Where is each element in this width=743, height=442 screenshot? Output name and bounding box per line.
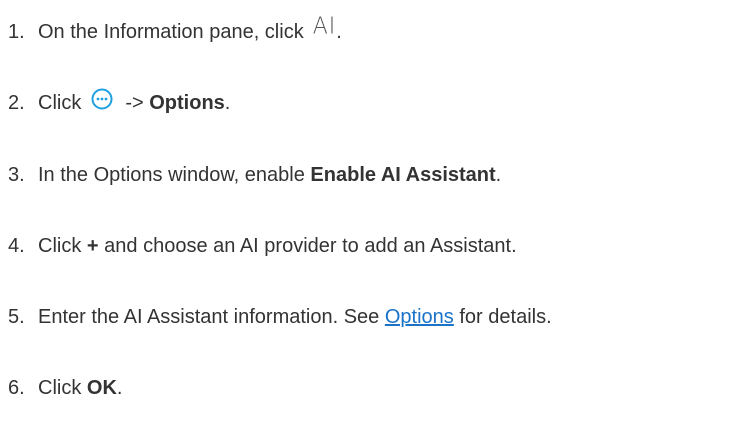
step-5-after: for details.: [459, 305, 552, 328]
options-link[interactable]: Options: [385, 306, 454, 329]
options-label: Options: [149, 91, 225, 114]
step-1-text: On the Information pane, click: [38, 20, 304, 43]
step-6-prefix: Click: [38, 376, 82, 399]
step-2-prefix: Click: [38, 91, 82, 114]
step-text: Enter the AI Assistant information. See …: [38, 306, 552, 329]
step-number: 6.: [8, 376, 25, 399]
step-number: 1.: [8, 20, 25, 43]
ok-label: OK: [86, 376, 117, 399]
step-number: 5.: [8, 305, 25, 328]
step-3: 3. In the Options window, enable Enable …: [0, 155, 501, 195]
step-number: 3.: [8, 163, 25, 186]
step-text: Click + and choose an AI provider to add…: [38, 235, 517, 258]
step-1: 1. On the Information pane, click AI .: [0, 12, 342, 52]
enable-ai-assistant-label: Enable AI Assistant: [310, 163, 496, 186]
arrow-text: ->: [125, 91, 144, 114]
step-2: 2. Click -> Options .: [0, 83, 230, 123]
step-4: 4. Click + and choose an AI provider to …: [0, 226, 517, 266]
step-4-text: and choose an AI provider to add an Assi…: [104, 234, 517, 257]
step-text: On the Information pane, click AI .: [38, 13, 342, 45]
step-6: 6. Click OK .: [0, 368, 122, 408]
step-number: 4.: [8, 234, 25, 257]
ai-icon: AI: [312, 12, 337, 40]
step-2-period: .: [224, 91, 231, 114]
step-text: Click -> Options .: [38, 88, 231, 115]
step-text: In the Options window, enable Enable AI …: [38, 164, 501, 187]
plus-label: +: [86, 234, 99, 257]
step-4-prefix: Click: [38, 234, 82, 257]
step-text: Click OK .: [38, 377, 122, 400]
step-6-period: .: [116, 376, 123, 399]
step-number: 2.: [8, 91, 25, 114]
step-3-period: .: [495, 163, 502, 186]
step-3-text: In the Options window, enable: [38, 163, 305, 186]
step-1-period: .: [336, 20, 342, 43]
step-5-text: Enter the AI Assistant information. See: [38, 305, 380, 328]
step-5: 5. Enter the AI Assistant information. S…: [0, 297, 552, 337]
more-options-icon: [91, 88, 113, 110]
